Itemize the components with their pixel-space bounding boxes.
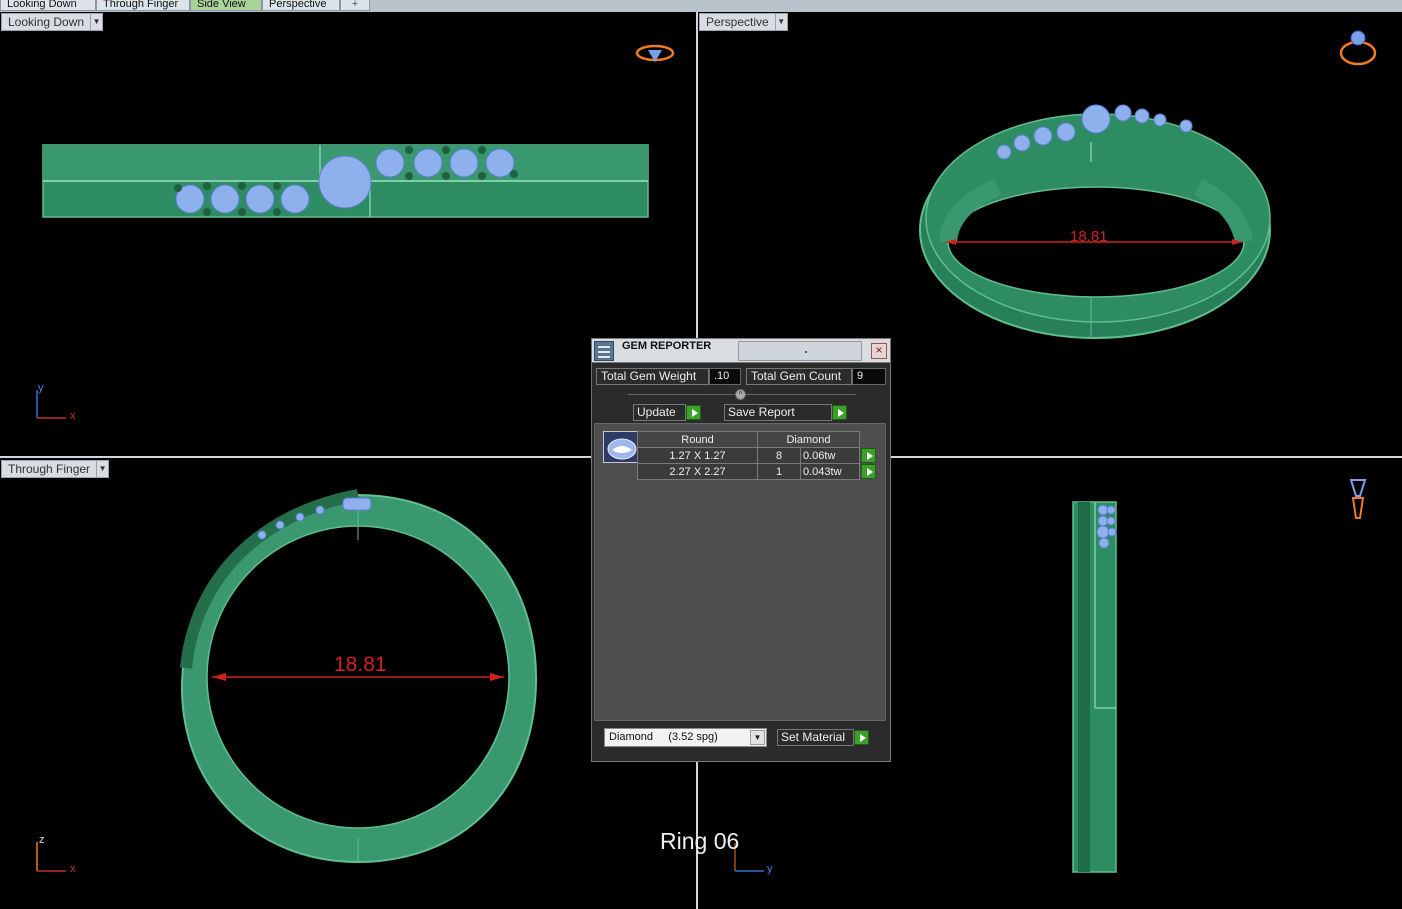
dialog-title: GEM REPORTER [622,340,712,352]
save-report-go-icon[interactable] [832,405,847,420]
gem-reporter-dialog: GEM REPORTER × Total Gem Weight .10 Tota… [591,338,891,762]
dialog-title-field [738,341,862,361]
gem-size-cell: 2.27 X 2.27 [637,463,758,480]
tab-looking-down[interactable]: Looking Down [0,0,96,11]
close-icon[interactable]: × [871,343,887,359]
table-header-row: Round Diamond [637,431,878,448]
row-action-cell [860,447,878,464]
gem-table: Round Diamond 1.27 X 1.27 8 0.06tw 2.27 … [637,431,878,480]
set-material-button[interactable]: Set Material [777,729,854,746]
total-gem-weight-label: Total Gem Weight [596,368,709,385]
gem-count-cell: 8 [757,447,801,464]
tab-perspective[interactable]: Perspective [262,0,340,11]
select-row-go-icon[interactable] [861,463,876,479]
app-window: Looking Down Through Finger Side View Pe… [0,0,1402,909]
view-tab-bar: Looking Down Through Finger Side View Pe… [0,0,1402,12]
tab-through-finger[interactable]: Through Finger [96,0,190,11]
add-tab-button[interactable]: + [340,0,370,11]
axis-x-label: x [70,410,76,422]
material-select-value: Diamond (3.52 spg) [609,731,718,743]
column-header-material: Diamond [757,431,860,448]
ring-size-dimension: 18.81 [1070,228,1108,245]
material-select[interactable]: Diamond (3.52 spg) ▼ [604,728,767,747]
set-material-go-icon[interactable] [854,730,869,745]
update-button[interactable]: Update [633,404,686,421]
tab-side-view[interactable]: Side View [190,0,262,11]
ring-size-dimension: 18.81 [334,653,387,676]
total-gem-weight-value: .10 [709,368,741,385]
total-gem-count-label: Total Gem Count [746,368,852,385]
ring-name-label: Ring 06 [660,828,740,854]
gem-weight-cell: 0.043tw [800,463,860,480]
dialog-title-bar[interactable]: GEM REPORTER × [592,339,890,363]
total-gem-count-value: 9 [852,368,886,385]
gem-list-panel: Round Diamond 1.27 X 1.27 8 0.06tw 2.27 … [594,423,886,721]
select-row-go-icon[interactable] [861,447,876,463]
collapse-icon[interactable]: ^ [735,389,746,400]
gem-weight-cell: 0.06tw [800,447,860,464]
row-action-cell [860,463,878,480]
axis-y-label: y [38,382,44,394]
chevron-down-icon[interactable]: ▼ [750,730,765,745]
gem-reporter-app-icon [594,341,614,361]
table-row[interactable]: 1.27 X 1.27 8 0.06tw [637,447,878,464]
save-report-button[interactable]: Save Report [724,404,832,421]
table-row[interactable]: 2.27 X 2.27 1 0.043tw [637,463,878,480]
gem-count-cell: 1 [757,463,801,480]
column-header-shape: Round [637,431,758,448]
gem-size-cell: 1.27 X 1.27 [637,447,758,464]
axis-z-label: z [39,834,45,846]
round-diamond-thumbnail [603,431,639,463]
axis-x-label: x [70,863,76,875]
axis-y-label: y [767,863,773,875]
update-go-icon[interactable] [686,405,701,420]
